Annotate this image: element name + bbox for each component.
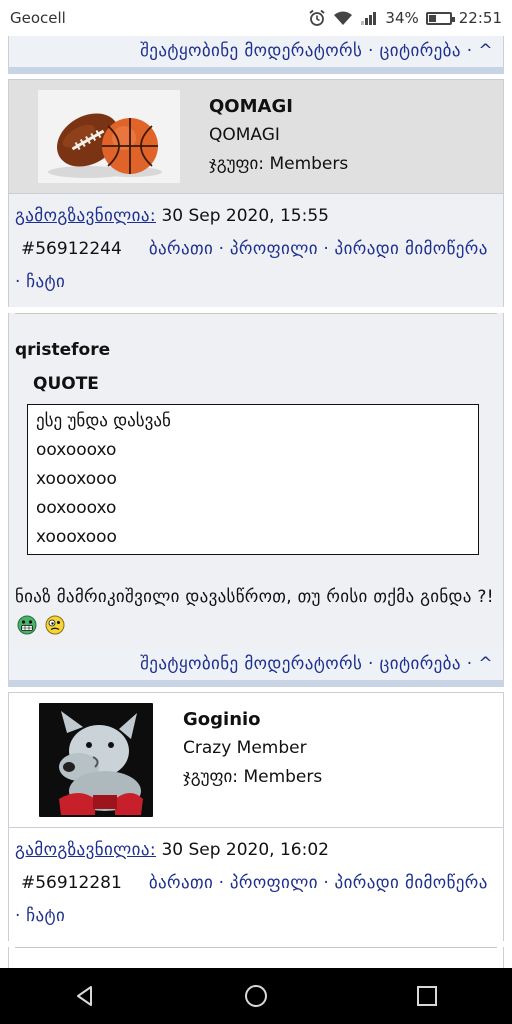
- quoted-author: qristefore: [15, 340, 111, 360]
- card-link[interactable]: ბარათი: [149, 873, 213, 893]
- separator: ·: [368, 654, 374, 674]
- dog-avatar: [39, 703, 153, 817]
- back-icon: [77, 986, 93, 1006]
- author-name[interactable]: Goginio: [183, 705, 322, 734]
- profile-link[interactable]: პროფილი: [230, 239, 318, 259]
- posted-link[interactable]: გამოგზავნილია:: [15, 840, 156, 860]
- user-avatar[interactable]: [39, 703, 153, 817]
- user-avatar[interactable]: [38, 90, 180, 183]
- chat-link[interactable]: ჩატი: [26, 906, 65, 926]
- battery-icon: [425, 11, 455, 25]
- divider: [15, 313, 497, 314]
- quote-line: ooxoooxo: [36, 440, 117, 460]
- status-bar: Geocell 34% 22:51: [0, 0, 512, 36]
- private-message-link[interactable]: პირადი მიმოწერა: [335, 873, 488, 893]
- post-meta: გამოგზავნილია: 30 Sep 2020, 15:55 #56912…: [8, 194, 504, 307]
- post-separator: [8, 680, 504, 687]
- quote-link[interactable]: ციტირება: [380, 41, 461, 61]
- post-text: ნიაზ მამრიკიშვილი დავასწროთ, თუ რისი თქმ…: [15, 583, 497, 641]
- posted-link[interactable]: გამოგზავნილია:: [15, 206, 156, 226]
- quote-line: ესე უნდა დასვან: [36, 411, 171, 431]
- balls-avatar: [38, 90, 180, 183]
- member-group: ჯგუფი: Members: [183, 767, 323, 787]
- report-moderator-link[interactable]: შეატყობინე მოდერატორს: [140, 654, 362, 674]
- battery-percent: 34%: [385, 9, 419, 27]
- member-title: Crazy Member: [183, 738, 307, 758]
- post-body: qristefore QUOTE ესე უნდა დასვან ooxooox…: [8, 313, 504, 649]
- post-body: [8, 947, 504, 968]
- post-author-box: QOMAGI QOMAGI ჯგუფი: Members: [8, 79, 504, 194]
- separator: ·: [368, 41, 374, 61]
- alarm-icon: [309, 9, 325, 26]
- member-group: ჯგუფი: Members: [209, 154, 349, 174]
- post-actions-bar: შეატყობინე მოდერატორს · ციტირება · ^: [8, 649, 504, 680]
- grin-emoji: [17, 615, 37, 635]
- recents-icon: [416, 986, 437, 1006]
- post-meta: გამოგზავნილია: 30 Sep 2020, 16:02 #56912…: [8, 828, 504, 941]
- home-button[interactable]: [226, 974, 286, 1018]
- quote-link[interactable]: ციტირება: [380, 654, 461, 674]
- member-title: QOMAGI: [209, 125, 280, 145]
- chat-link[interactable]: ჩატი: [26, 272, 65, 292]
- post-actions-bar: შეატყობინე მოდერატორს · ციტირება · ^: [8, 36, 504, 67]
- quote-title: QUOTE: [33, 374, 99, 394]
- report-moderator-link[interactable]: შეატყობინე მოდერატორს: [140, 41, 362, 61]
- author-name[interactable]: QOMAGI: [209, 92, 348, 121]
- post-id[interactable]: #56912281: [21, 873, 122, 893]
- post-date: 30 Sep 2020, 16:02: [161, 840, 329, 860]
- confused-emoji: [45, 615, 65, 635]
- profile-link[interactable]: პროფილი: [230, 873, 318, 893]
- divider: [15, 947, 497, 948]
- system-nav-bar: [0, 968, 512, 1024]
- separator: ·: [466, 654, 473, 674]
- post-date: 30 Sep 2020, 15:55: [161, 206, 329, 226]
- back-button[interactable]: [55, 974, 115, 1018]
- carrier-name: Geocell: [10, 9, 66, 27]
- home-icon: [244, 985, 267, 1007]
- scroll-top-link[interactable]: ^: [478, 41, 493, 61]
- post-message: ნიაზ მამრიკიშვილი დავასწროთ, თუ რისი თქმ…: [15, 587, 494, 607]
- quote-box: ესე უნდა დასვან ooxoooxo xoooxooo ooxooo…: [27, 404, 479, 555]
- quote-line: xoooxooo: [36, 527, 117, 547]
- wifi-icon: [334, 11, 353, 25]
- quote-line: ooxoooxo: [36, 498, 117, 518]
- forum-thread: შეატყობინე მოდერატორს · ციტირება · ^ QOM…: [8, 36, 504, 968]
- recents-button[interactable]: [397, 974, 457, 1018]
- quote-line: xoooxooo: [36, 469, 117, 489]
- signal-icon: [361, 12, 377, 25]
- post-separator: [8, 67, 504, 74]
- card-link[interactable]: ბარათი: [149, 239, 213, 259]
- post-author-box: Goginio Crazy Member ჯგუფი: Members: [8, 692, 504, 828]
- scroll-top-link[interactable]: ^: [478, 654, 493, 674]
- separator: ·: [466, 41, 473, 61]
- post-id[interactable]: #56912244: [21, 239, 122, 259]
- private-message-link[interactable]: პირადი მიმოწერა: [335, 239, 488, 259]
- clock: 22:51: [458, 9, 502, 27]
